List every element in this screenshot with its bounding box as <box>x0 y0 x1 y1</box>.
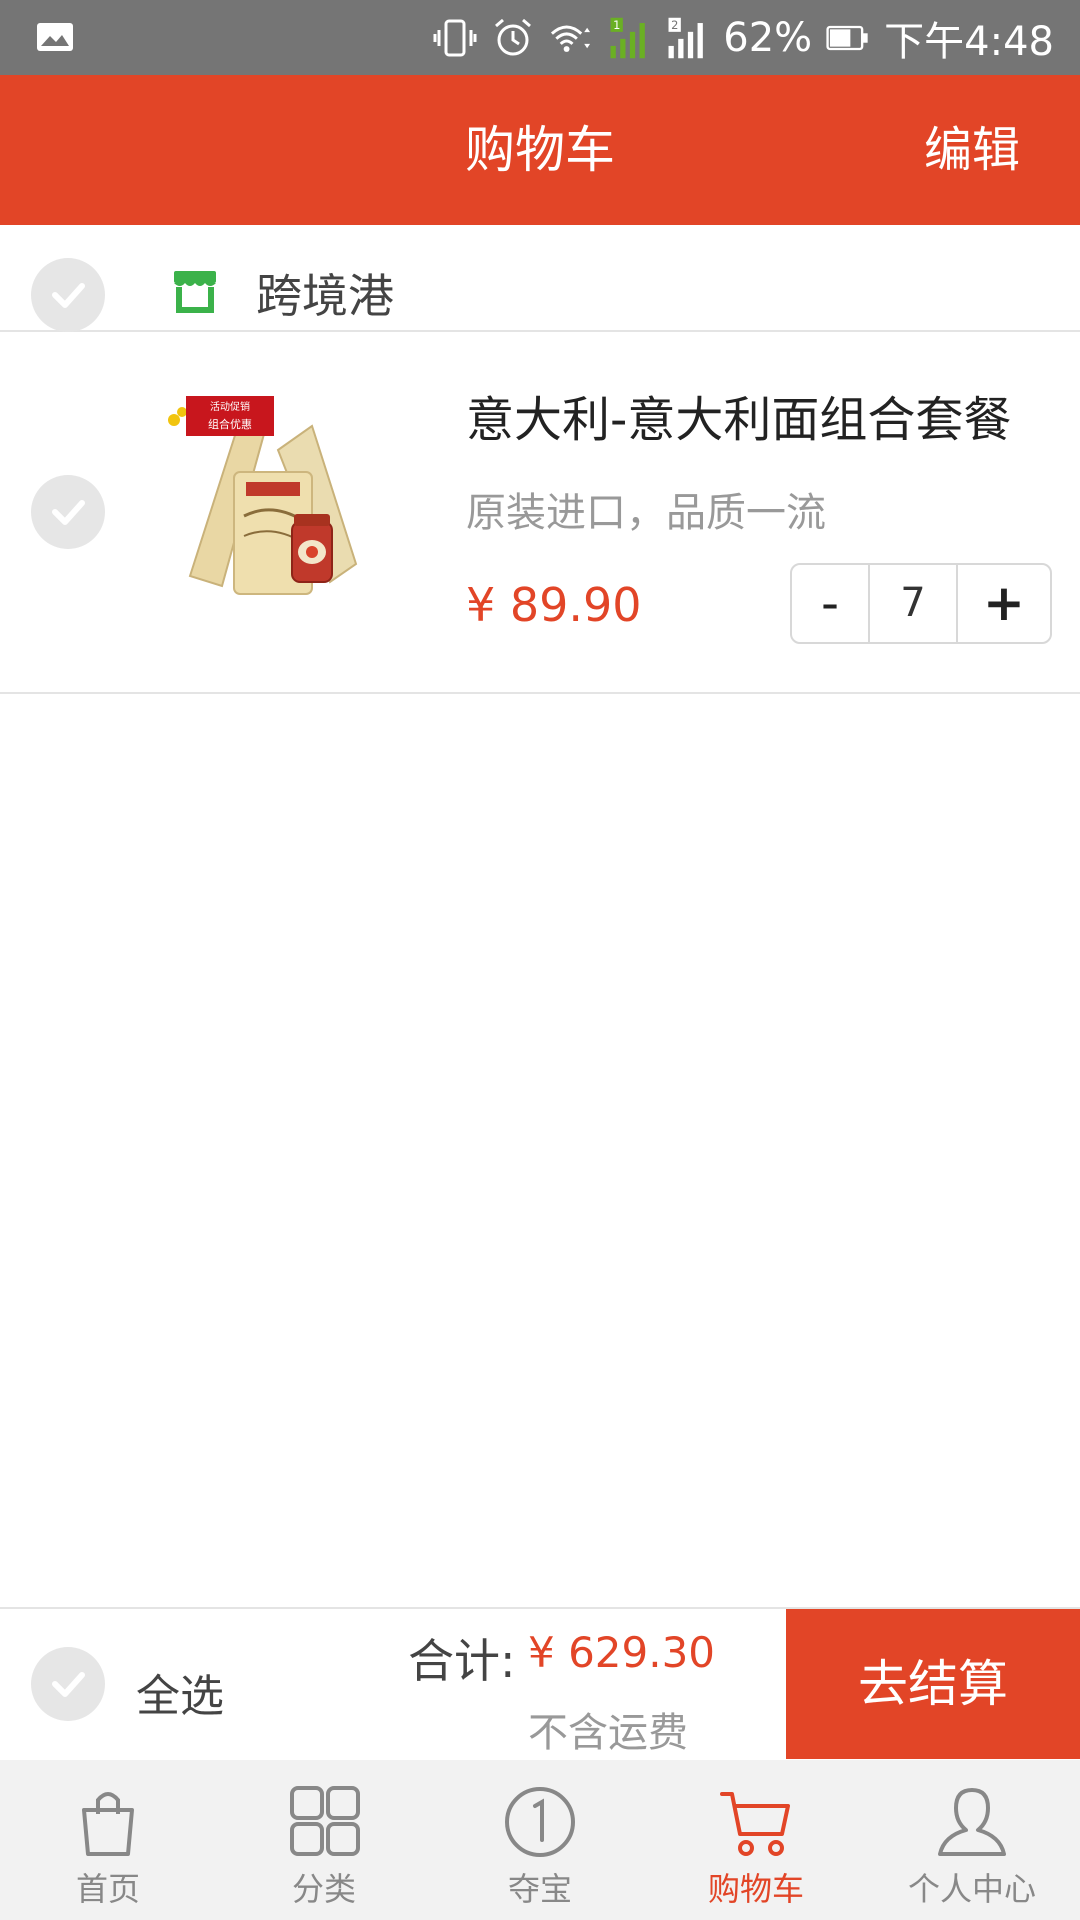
page-title: 购物车 <box>465 121 615 179</box>
tab-label: 夺宝 <box>507 1870 572 1908</box>
promo-tag-line2: 组合优惠 <box>208 417 252 431</box>
svg-text:2: 2 <box>671 18 678 32</box>
item-select-checkbox[interactable] <box>31 475 105 549</box>
signal-sim1-icon: 1 <box>610 17 646 58</box>
item-price: ¥ 89.90 <box>466 578 642 632</box>
select-all-label[interactable]: 全选 <box>136 1660 224 1724</box>
clock: 下午4:48 <box>884 18 1054 65</box>
quantity-increase-button[interactable]: + <box>958 565 1050 642</box>
checkmark-icon <box>52 283 85 308</box>
shipping-note: 不含运费 <box>528 1710 688 1756</box>
svg-text:1: 1 <box>613 18 620 32</box>
tab-category[interactable]: 分类 <box>216 1760 432 1920</box>
cart-icon <box>720 1792 790 1856</box>
tab-label: 个人中心 <box>907 1870 1036 1908</box>
signal-sim2-icon: 2 <box>668 17 704 58</box>
wifi-icon <box>551 25 591 52</box>
gallery-icon <box>37 23 73 51</box>
quantity-stepper: - 7 + <box>790 563 1052 644</box>
grid-icon <box>290 1786 360 1856</box>
battery-icon <box>826 25 868 50</box>
tab-treasure[interactable]: 夺宝 <box>432 1760 648 1920</box>
total-label: 合计: <box>408 1634 516 1688</box>
status-icons: 1 2 62% 下午4:48 <box>433 0 1054 75</box>
vibrate-icon <box>433 19 477 56</box>
tab-label: 首页 <box>75 1870 140 1908</box>
select-all-checkbox[interactable] <box>31 1647 105 1721</box>
total-amount: ¥ 629.30 <box>528 1628 716 1677</box>
treasure-icon <box>505 1787 575 1857</box>
alarm-icon <box>495 18 532 55</box>
checkmark-icon <box>52 500 85 525</box>
product-image[interactable]: 活动促销 组合优惠 <box>160 386 400 606</box>
checkout-button[interactable]: 去结算 <box>786 1609 1080 1759</box>
tab-label: 购物车 <box>707 1870 804 1908</box>
app-header: 购物车 编辑 <box>0 75 1080 225</box>
store-select-checkbox[interactable] <box>31 258 105 332</box>
user-icon <box>938 1788 1006 1856</box>
status-bar: 1 2 62% 下午4:48 <box>0 0 1080 75</box>
store-name[interactable]: 跨境港 <box>256 260 394 326</box>
battery-percent: 62% <box>723 14 813 61</box>
checkmark-icon <box>52 1672 85 1697</box>
tab-label: 分类 <box>291 1870 356 1908</box>
bag-icon <box>82 1792 134 1856</box>
tab-home[interactable]: 首页 <box>0 1760 216 1920</box>
item-title[interactable]: 意大利-意大利面组合套餐 <box>466 380 1011 450</box>
quantity-input[interactable]: 7 <box>868 565 958 642</box>
store-group-header <box>0 225 1080 332</box>
edit-button[interactable]: 编辑 <box>924 75 1020 225</box>
bottom-tab-bar: 首页 分类 夺宝 购物车 个人中心 <box>0 1760 1080 1920</box>
promo-tag-line1: 活动促销 <box>210 400 250 413</box>
quantity-decrease-button[interactable]: - <box>792 565 868 642</box>
store-icon <box>174 271 216 313</box>
item-description: 原装进口，品质一流 <box>466 490 826 536</box>
tab-profile[interactable]: 个人中心 <box>864 1760 1080 1920</box>
tab-cart[interactable]: 购物车 <box>648 1760 864 1920</box>
